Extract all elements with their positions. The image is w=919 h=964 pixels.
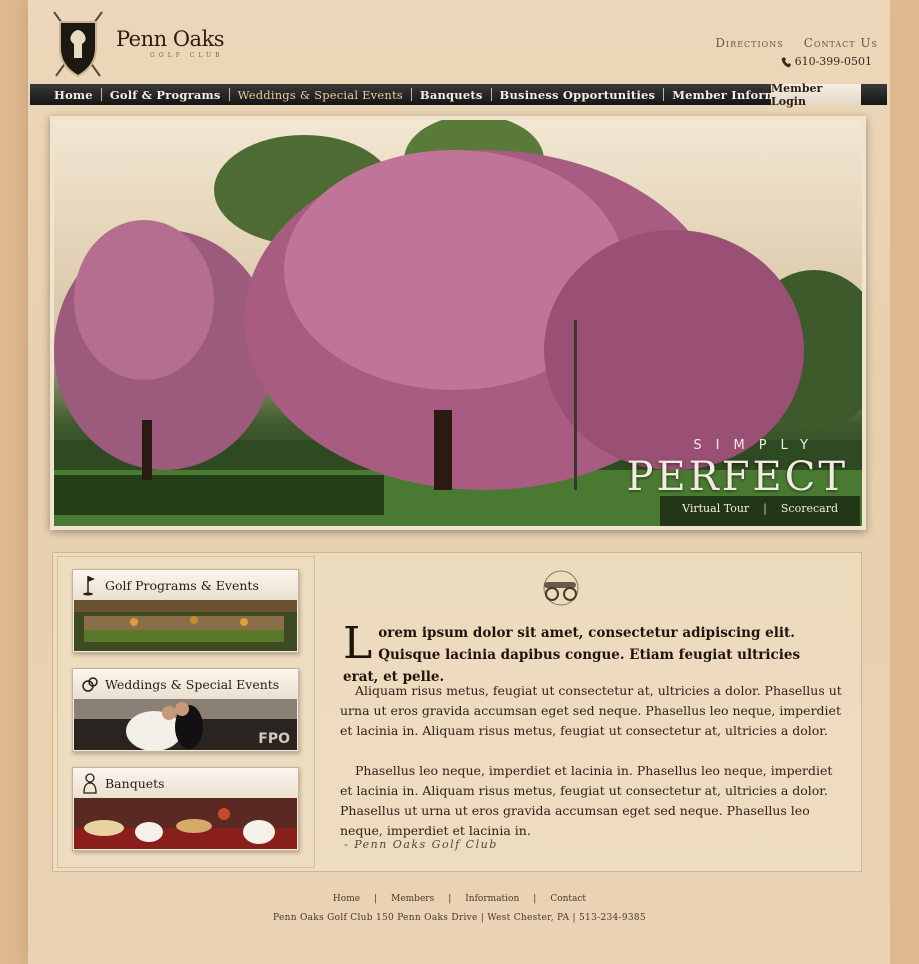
banquet-buffet-image: [74, 798, 297, 849]
hero-links: Virtual Tour | Scorecard: [682, 502, 838, 515]
member-login-button[interactable]: Member Login: [771, 82, 861, 108]
tagline-simply: SIMPLY: [693, 438, 822, 453]
signature: - Penn Oaks Golf Club: [344, 838, 498, 851]
club-crest-logo[interactable]: [50, 10, 106, 80]
lead-text: orem ipsum dolor sit amet, consectetur a…: [343, 625, 801, 685]
lead-paragraph: L orem ipsum dolor sit amet, consectetur…: [343, 622, 833, 688]
footer-link-information[interactable]: Information: [465, 894, 519, 904]
nav-item-weddings[interactable]: Weddings & Special Events: [230, 88, 411, 102]
contact-us-link[interactable]: Contact Us: [804, 36, 878, 50]
brand-name: Penn Oaks: [116, 27, 225, 51]
card-title: Golf Programs & Events: [105, 577, 259, 593]
body-paragraph-2: Phasellus leo neque, imperdiet et lacini…: [340, 763, 833, 838]
main-nav: Home Golf & Programs Weddings & Special …: [30, 82, 887, 108]
cannon-emblem-icon: [543, 570, 579, 606]
fpo-badge: FPO: [258, 731, 290, 747]
footer-link-members[interactable]: Members: [391, 894, 434, 904]
nav-item-home[interactable]: Home: [46, 88, 101, 102]
phone-number[interactable]: 610-399-0501: [781, 55, 872, 68]
scorecard-link[interactable]: Scorecard: [781, 502, 838, 515]
page-background-right: [890, 0, 919, 964]
hero-link-separator: |: [763, 502, 767, 515]
dropcap: L: [343, 618, 373, 669]
brand: Penn Oaks GOLF CLUB: [116, 27, 225, 59]
tagline-perfect: PERFECT: [626, 454, 848, 500]
rings-icon: [82, 677, 98, 692]
footer-link-home[interactable]: Home: [333, 894, 360, 904]
golf-garden-image: [74, 600, 297, 651]
card-golf-programs[interactable]: Golf Programs & Events: [72, 569, 299, 653]
footer-address: Penn Oaks Golf Club 150 Penn Oaks Drive …: [273, 913, 646, 923]
card-title: Weddings & Special Events: [105, 676, 280, 692]
chef-icon: [83, 773, 97, 794]
card-banquets[interactable]: Banquets: [72, 767, 299, 851]
nav-item-golf-programs[interactable]: Golf & Programs: [102, 88, 229, 102]
hero-frame: SIMPLY PERFECT Virtual Tour | Scorecard: [50, 116, 866, 530]
card-weddings[interactable]: Weddings & Special Events FPO: [72, 668, 299, 752]
footer-links: Home | Members | Information | Contact: [0, 894, 919, 904]
footer-separator: |: [374, 894, 378, 904]
nav-item-business[interactable]: Business Opportunities: [492, 88, 664, 102]
brand-subtitle: GOLF CLUB: [150, 52, 224, 59]
nav-item-banquets[interactable]: Banquets: [412, 88, 491, 102]
phone-text: 610-399-0501: [794, 55, 872, 68]
card-title: Banquets: [105, 775, 165, 791]
page-background-left: [0, 0, 28, 964]
footer-separator: |: [448, 894, 452, 904]
hero-banner: SIMPLY PERFECT Virtual Tour | Scorecard: [54, 120, 862, 526]
golf-flag-icon: [83, 576, 95, 596]
phone-icon: [781, 56, 791, 67]
top-links: Directions Contact Us: [715, 36, 878, 50]
footer-separator: |: [533, 894, 537, 904]
directions-link[interactable]: Directions: [715, 36, 783, 50]
footer-link-contact[interactable]: Contact: [550, 894, 586, 904]
virtual-tour-link[interactable]: Virtual Tour: [682, 502, 749, 515]
body-paragraph-1: Aliquam risus metus, feugiat ut consecte…: [340, 683, 842, 738]
